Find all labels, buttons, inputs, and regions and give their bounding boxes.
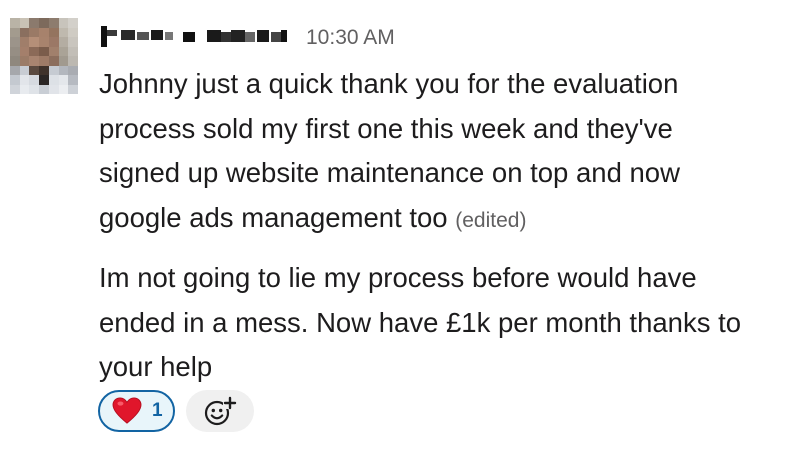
message-paragraph: Im not going to lie my process before wo…: [99, 262, 742, 382]
avatar[interactable]: [10, 18, 78, 94]
edited-label: (edited): [455, 208, 527, 232]
message-body: Johnny just a quick thank you for the ev…: [99, 62, 799, 390]
heart-icon: [112, 397, 142, 424]
message-paragraph: Johnny just a quick thank you for the ev…: [99, 62, 799, 243]
redacted-name-icon: [101, 26, 287, 47]
heart-reaction-button[interactable]: 1: [98, 390, 175, 432]
message-text: Johnny just a quick thank you for the ev…: [99, 68, 680, 233]
timestamp[interactable]: 10:30 AM: [306, 25, 395, 51]
add-reaction-button[interactable]: [186, 390, 254, 432]
add-emoji-icon: [204, 396, 237, 426]
sender-name[interactable]: [99, 24, 289, 48]
reaction-count: 1: [152, 400, 163, 421]
